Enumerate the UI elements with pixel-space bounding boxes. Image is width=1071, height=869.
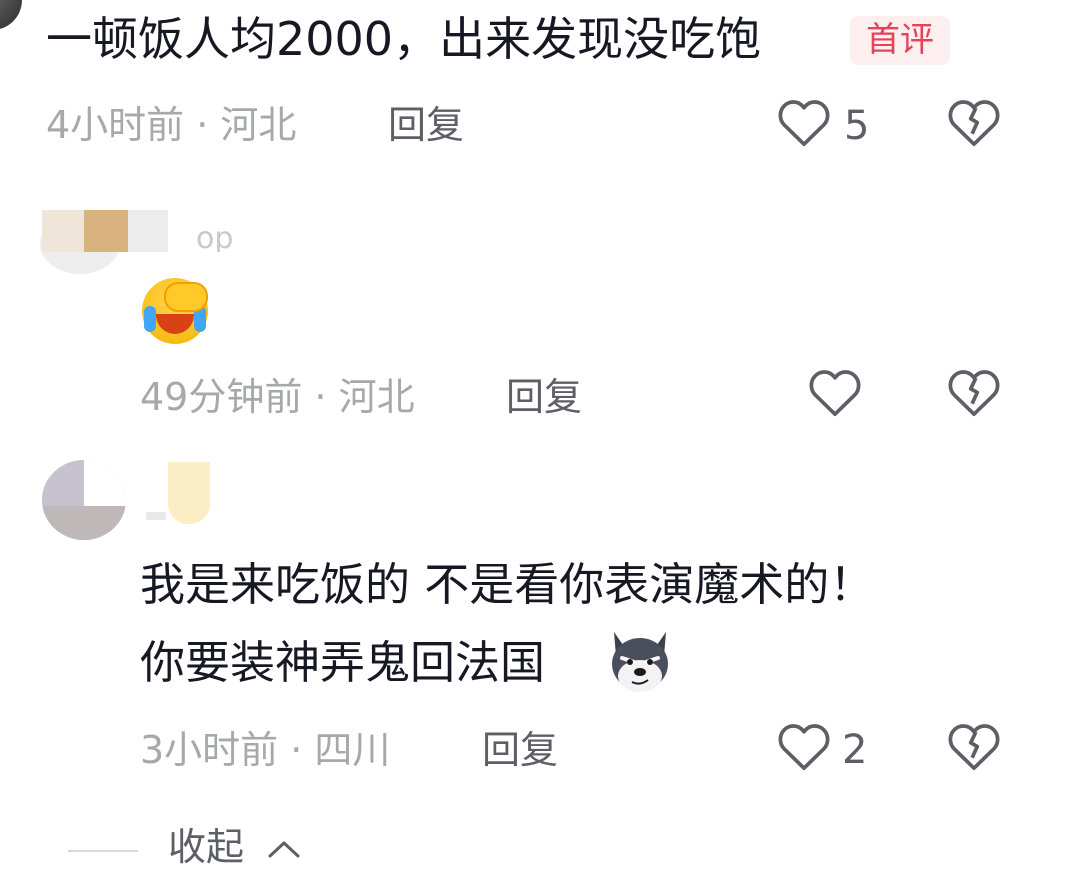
username-blurred[interactable]: [146, 512, 166, 520]
dislike-broken-heart-icon[interactable]: [946, 366, 1002, 418]
reply-button[interactable]: 回复: [482, 731, 558, 769]
avatar[interactable]: [42, 460, 126, 540]
comment-meta: 4小时前 · 河北: [46, 103, 297, 147]
comment-text: 一顿饭人均2000，出来发现没吃饱: [46, 12, 762, 66]
collapse-divider: [68, 850, 138, 852]
like-heart-icon[interactable]: [807, 366, 863, 418]
chevron-up-icon[interactable]: [264, 836, 304, 860]
comment-text-line-2: 你要装神弄鬼回法国: [140, 636, 546, 689]
husky-dog-emoji: [606, 628, 674, 694]
like-heart-icon[interactable]: [776, 720, 832, 772]
collapse-button[interactable]: 收起: [168, 828, 244, 866]
facepalm-crying-emoji: [142, 278, 208, 344]
dislike-broken-heart-icon[interactable]: [946, 96, 1002, 148]
reply-button[interactable]: 回复: [388, 106, 464, 144]
comment-meta: 3小时前 · 四川: [140, 728, 391, 772]
reply-button[interactable]: 回复: [506, 378, 582, 416]
like-count: 2: [842, 727, 868, 773]
username-blurred[interactable]: [42, 210, 168, 252]
like-count: 5: [844, 103, 870, 149]
comment-meta: 49分钟前 · 河北: [140, 375, 415, 419]
comment-text-line-1: 我是来吃饭的 不是看你表演魔术的！: [140, 558, 875, 611]
first-comment-badge: 首评: [850, 16, 950, 66]
username-blurred[interactable]: [168, 462, 210, 524]
avatar[interactable]: [0, 0, 22, 30]
dislike-broken-heart-icon[interactable]: [946, 720, 1002, 772]
like-heart-icon[interactable]: [776, 96, 832, 148]
username-partial: op: [196, 226, 234, 252]
